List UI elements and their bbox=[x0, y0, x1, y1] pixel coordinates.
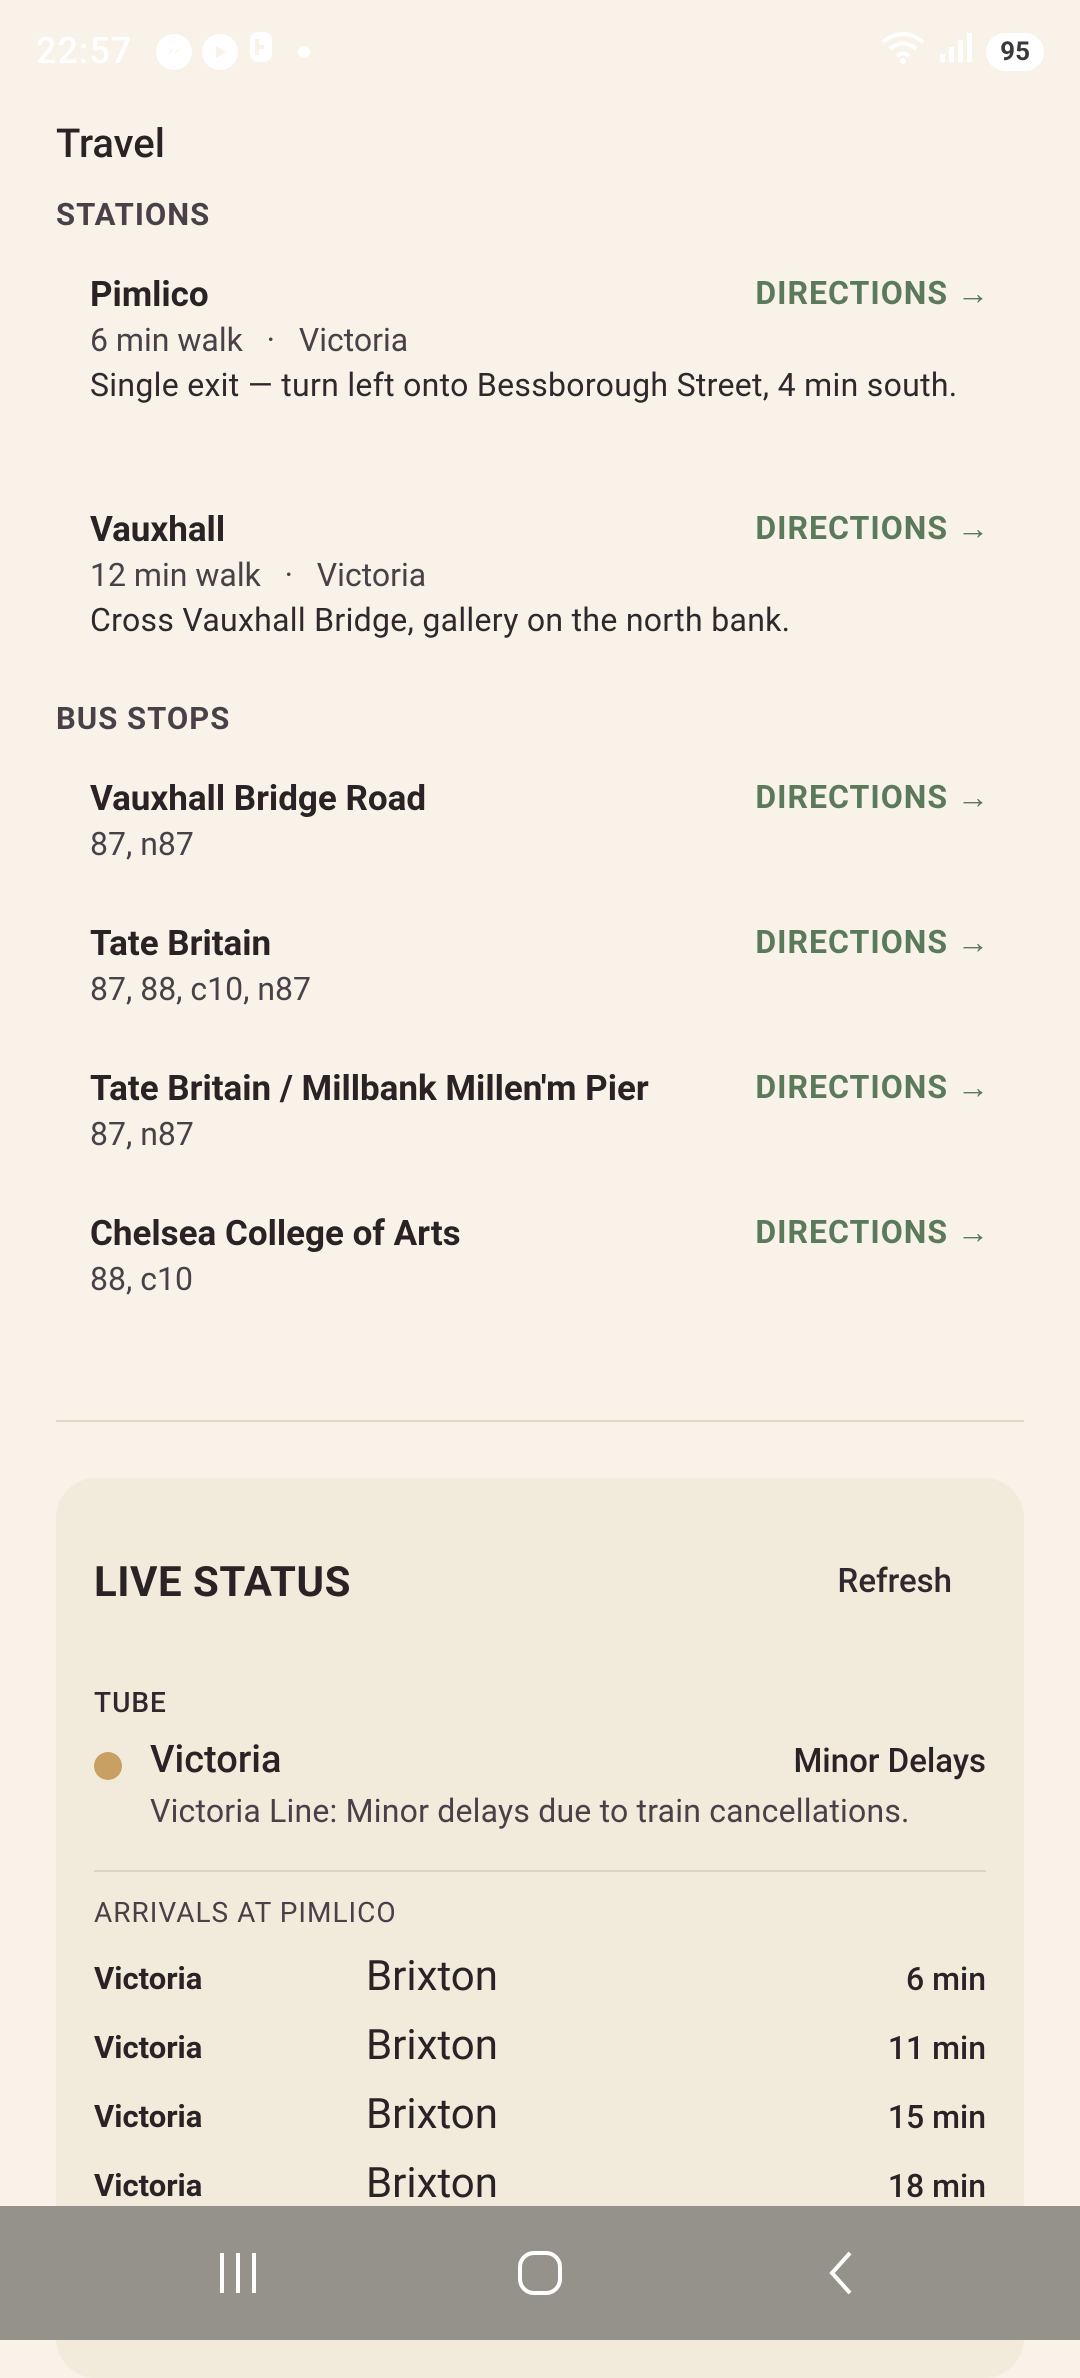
card-divider bbox=[94, 1870, 986, 1872]
directions-link-chelsea-college[interactable]: DIRECTIONS → bbox=[755, 1213, 990, 1251]
directions-link-tate-britain[interactable]: DIRECTIONS → bbox=[755, 923, 990, 961]
directions-link-vauxhall-bridge-road[interactable]: DIRECTIONS → bbox=[755, 778, 990, 816]
arrivals-heading: ARRIVALS AT PIMLICO bbox=[94, 1896, 397, 1929]
status-right: 95 bbox=[880, 30, 1044, 73]
arrival-row: Victoria Brixton 15 min bbox=[94, 2090, 986, 2150]
arrival-time: 15 min bbox=[887, 2098, 986, 2136]
status-time: 22:57 bbox=[36, 30, 133, 72]
arrival-time: 18 min bbox=[887, 2167, 986, 2205]
bus-stop-item: Vauxhall Bridge Road 87, n87 DIRECTIONS … bbox=[90, 778, 990, 863]
line-status-message: Victoria Line: Minor delays due to train… bbox=[150, 1792, 910, 1830]
bus-stop-item: Tate Britain / Millbank Millen'm Pier 87… bbox=[90, 1068, 990, 1153]
notification-icons bbox=[156, 30, 310, 73]
tube-heading: TUBE bbox=[94, 1686, 167, 1719]
station-item: Pimlico 6 min walk · Victoria Single exi… bbox=[90, 274, 990, 408]
separator-dot: · bbox=[250, 321, 291, 359]
play-icon bbox=[202, 33, 238, 70]
wifi-icon bbox=[880, 30, 926, 73]
messenger-icon bbox=[156, 33, 192, 70]
bixby-icon bbox=[248, 30, 274, 73]
arrival-time: 6 min bbox=[906, 1960, 986, 1998]
arrival-time: 11 min bbox=[887, 2029, 986, 2067]
directions-link-vauxhall[interactable]: DIRECTIONS → bbox=[755, 509, 990, 547]
arrival-line: Victoria bbox=[94, 1960, 203, 1997]
station-item: Vauxhall 12 min walk · Victoria Cross Va… bbox=[90, 509, 990, 643]
back-button[interactable] bbox=[762, 2206, 922, 2340]
arrival-destination: Brixton bbox=[366, 2021, 498, 2070]
bus-stops-heading: BUS STOPS bbox=[56, 700, 231, 737]
arrival-row: Victoria Brixton 6 min bbox=[94, 1952, 986, 2012]
live-status-title: LIVE STATUS bbox=[94, 1558, 351, 1607]
line-status-text: Minor Delays bbox=[793, 1742, 986, 1781]
walk-time: 12 min walk bbox=[90, 556, 261, 594]
bus-stop-item: Tate Britain 87, 88, c10, n87 DIRECTIONS… bbox=[90, 923, 990, 1008]
system-nav-bar bbox=[0, 2206, 1080, 2340]
more-notifications-dot bbox=[298, 45, 310, 58]
station-exit-note: Cross Vauxhall Bridge, gallery on the no… bbox=[90, 601, 791, 639]
directions-link-millbank-pier[interactable]: DIRECTIONS → bbox=[755, 1068, 990, 1106]
arrival-row: Victoria Brixton 11 min bbox=[94, 2021, 986, 2081]
directions-link-pimlico[interactable]: DIRECTIONS → bbox=[755, 274, 990, 312]
line-name: Victoria bbox=[150, 1738, 282, 1782]
battery-indicator: 95 bbox=[986, 32, 1044, 71]
arrival-destination: Brixton bbox=[366, 2159, 498, 2208]
home-icon bbox=[518, 2251, 562, 2295]
recent-apps-button[interactable] bbox=[158, 2206, 318, 2340]
bus-routes: 87, 88, c10, n87 bbox=[90, 970, 311, 1008]
station-meta: 6 min walk · Victoria bbox=[90, 321, 990, 359]
arrival-line: Victoria bbox=[94, 2167, 203, 2204]
bus-routes: 87, n87 bbox=[90, 825, 194, 863]
bus-routes: 87, n87 bbox=[90, 1115, 194, 1153]
recent-apps-icon bbox=[220, 2253, 256, 2293]
arrival-destination: Brixton bbox=[366, 1952, 498, 2001]
arrival-destination: Brixton bbox=[366, 2090, 498, 2139]
home-button[interactable] bbox=[460, 2206, 620, 2340]
section-divider bbox=[56, 1420, 1024, 1422]
back-icon bbox=[829, 2251, 852, 2295]
walk-time: 6 min walk bbox=[90, 321, 243, 359]
line-status-dot bbox=[94, 1752, 122, 1780]
stations-heading: STATIONS bbox=[56, 196, 211, 233]
station-line: Victoria bbox=[298, 321, 409, 359]
page-title: Travel bbox=[56, 120, 165, 167]
station-line: Victoria bbox=[316, 556, 427, 594]
refresh-button[interactable]: Refresh bbox=[838, 1562, 952, 1601]
station-exit-note: Single exit — turn left onto Bessborough… bbox=[90, 366, 958, 404]
status-bar: 22:57 95 bbox=[0, 0, 1080, 100]
bus-routes: 88, c10 bbox=[90, 1260, 193, 1298]
separator-dot: · bbox=[268, 556, 309, 594]
arrival-line: Victoria bbox=[94, 2098, 203, 2135]
signal-icon bbox=[938, 30, 974, 73]
station-meta: 12 min walk · Victoria bbox=[90, 556, 990, 594]
bus-stop-item: Chelsea College of Arts 88, c10 DIRECTIO… bbox=[90, 1213, 990, 1298]
arrival-line: Victoria bbox=[94, 2029, 203, 2066]
